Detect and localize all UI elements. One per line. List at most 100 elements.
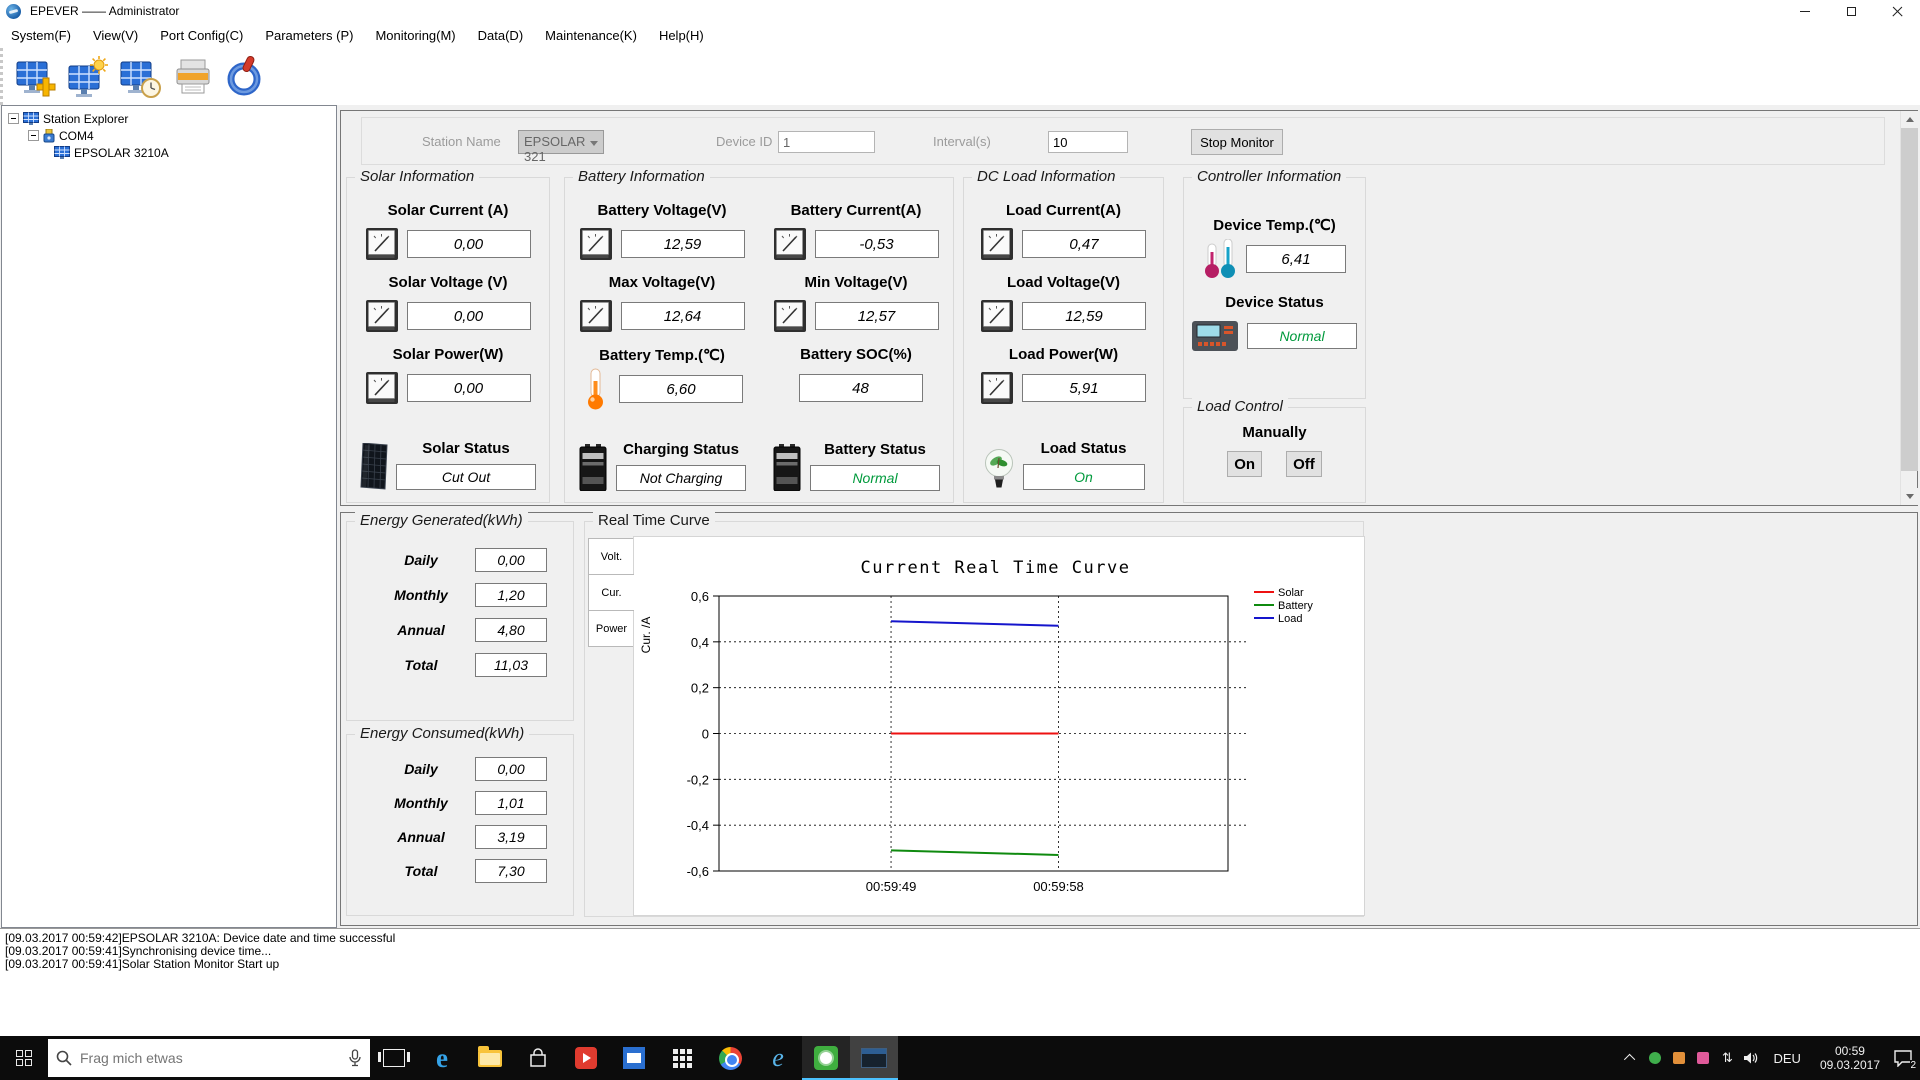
controller-information-title: Controller Information xyxy=(1192,168,1347,185)
device-temp-field: Device Temp.(℃) 6,41 xyxy=(1203,216,1346,279)
taskbar-app-com-monitor[interactable] xyxy=(850,1036,898,1080)
annual-label: Annual xyxy=(397,829,445,845)
device-id-label: Device ID xyxy=(716,134,773,149)
gauge-icon xyxy=(579,300,612,332)
taskbar-app-chrome[interactable] xyxy=(706,1036,754,1080)
svg-text:Load: Load xyxy=(1278,613,1302,625)
solar-monitor-app-icon xyxy=(814,1046,838,1070)
print-button[interactable] xyxy=(169,52,217,102)
bulb-icon xyxy=(984,448,1013,489)
dual-thermometer-icon xyxy=(1204,239,1236,279)
max-voltage-field: Max Voltage(V) 12,64 xyxy=(565,274,759,333)
power-button[interactable] xyxy=(221,52,269,102)
energy-consumed-daily-row: Daily 0,00 xyxy=(347,757,573,781)
language-indicator[interactable]: DEU xyxy=(1764,1051,1809,1066)
log-line: [09.03.2017 00:59:42]EPSOLAR 3210A: Devi… xyxy=(5,931,396,945)
gauge-icon xyxy=(365,300,398,332)
max-voltage-label: Max Voltage(V) xyxy=(608,274,716,291)
add-station-button[interactable] xyxy=(13,52,61,102)
energy-generated-annual-row: Annual 4,80 xyxy=(347,618,573,642)
minimize-button[interactable] xyxy=(1782,0,1828,22)
load-status-row: Load Status On xyxy=(983,440,1145,490)
toolbar xyxy=(0,48,1920,105)
solar-current-field: Solar Current (A) 0,00 xyxy=(365,202,531,261)
station-config-button[interactable] xyxy=(65,52,113,102)
interval-input[interactable] xyxy=(1048,131,1128,153)
time-text: 00:59 xyxy=(1834,1044,1865,1058)
load-off-button[interactable]: Off xyxy=(1286,451,1322,477)
tree-node-com4[interactable]: COM4 xyxy=(2,127,336,144)
menu-help[interactable]: Help(H) xyxy=(648,24,715,47)
orange-tray-icon[interactable] xyxy=(1668,1043,1690,1073)
monitor-scrollbar[interactable] xyxy=(1900,111,1918,505)
battery-status-value: Normal xyxy=(810,465,940,491)
com-monitor-app-icon xyxy=(861,1048,887,1068)
svg-text:0: 0 xyxy=(702,727,709,742)
store-icon xyxy=(530,1048,546,1067)
pink-tray-icon[interactable] xyxy=(1692,1043,1714,1073)
volume-tray-icon[interactable] xyxy=(1740,1043,1762,1073)
chevron-up-icon[interactable] xyxy=(1620,1043,1642,1073)
taskbar: ⇅ DEU 00:59 09.03.2017 2 xyxy=(0,1036,1920,1080)
device-id-input[interactable] xyxy=(778,131,875,153)
load-status-label: Load Status xyxy=(1040,440,1127,457)
menu-bar: System(F) View(V) Port Config(C) Paramet… xyxy=(0,22,1920,48)
battery-voltage-label: Battery Voltage(V) xyxy=(597,202,727,219)
chevron-down-icon xyxy=(590,141,598,146)
eco-tray-icon[interactable] xyxy=(1644,1043,1666,1073)
stop-monitor-button[interactable]: Stop Monitor xyxy=(1191,129,1283,155)
task-view-button[interactable] xyxy=(370,1036,418,1080)
scrollbar-thumb[interactable] xyxy=(1901,128,1918,471)
search-input[interactable] xyxy=(80,1050,340,1066)
taskbar-app-mail[interactable] xyxy=(610,1036,658,1080)
power-icon xyxy=(227,55,261,95)
load-power-value: 5,91 xyxy=(1022,374,1146,402)
tree-node-station-explorer[interactable]: Station Explorer xyxy=(2,110,336,127)
collapse-icon[interactable] xyxy=(28,130,39,141)
taskbar-app-solar-monitor[interactable] xyxy=(802,1036,850,1080)
device-status-field: Device Status Normal xyxy=(1192,294,1357,353)
taskbar-app-internet-explorer[interactable] xyxy=(754,1036,802,1080)
print-icon xyxy=(176,59,210,93)
menu-view[interactable]: View(V) xyxy=(82,24,149,47)
solar-power-field: Solar Power(W) 0,00 xyxy=(365,346,531,405)
scroll-up-icon[interactable] xyxy=(1901,111,1918,128)
solar-current-value: 0,00 xyxy=(406,230,531,258)
tab-volt[interactable]: Volt. xyxy=(588,538,634,575)
tree-node-epsolar-3210a[interactable]: EPSOLAR 3210A xyxy=(2,144,336,161)
load-on-button[interactable]: On xyxy=(1227,451,1263,477)
load-control-panel: Load Control Manually On Off xyxy=(1183,398,1366,503)
scroll-down-icon[interactable] xyxy=(1901,488,1918,505)
maximize-button[interactable] xyxy=(1828,0,1874,22)
updown-tray-icon[interactable]: ⇅ xyxy=(1716,1043,1738,1073)
microphone-icon[interactable] xyxy=(348,1049,362,1067)
start-button[interactable] xyxy=(0,1036,48,1080)
tab-cur[interactable]: Cur. xyxy=(588,574,634,611)
gauge-icon xyxy=(773,228,806,260)
taskbar-app-grid[interactable] xyxy=(658,1036,706,1080)
station-form: Station Name EPSOLAR 321 Device ID Inter… xyxy=(361,117,1885,165)
action-center-icon[interactable]: 2 xyxy=(1890,1043,1916,1073)
menu-monitoring[interactable]: Monitoring(M) xyxy=(364,24,466,47)
dc-load-information-title: DC Load Information xyxy=(972,168,1121,185)
menu-system[interactable]: System(F) xyxy=(0,24,82,47)
tab-power[interactable]: Power xyxy=(588,610,634,647)
svg-text:-0,6: -0,6 xyxy=(687,864,709,879)
menu-data[interactable]: Data(D) xyxy=(467,24,535,47)
log-line: [09.03.2017 00:59:41]Solar Station Monit… xyxy=(5,957,280,971)
taskbar-app-file-explorer[interactable] xyxy=(466,1036,514,1080)
station-explorer-tree: Station Explorer COM4 EPSOLAR 3210A xyxy=(1,105,337,928)
close-button[interactable] xyxy=(1874,0,1920,22)
taskbar-app-media[interactable] xyxy=(562,1036,610,1080)
collapse-icon[interactable] xyxy=(8,113,19,124)
menu-parameters[interactable]: Parameters (P) xyxy=(254,24,364,47)
tree-label-station-explorer: Station Explorer xyxy=(43,111,129,126)
menu-maintenance[interactable]: Maintenance(K) xyxy=(534,24,648,47)
menu-port-config[interactable]: Port Config(C) xyxy=(149,24,254,47)
taskbar-app-edge[interactable] xyxy=(418,1036,466,1080)
taskbar-search[interactable] xyxy=(48,1039,370,1077)
taskbar-clock[interactable]: 00:59 09.03.2017 xyxy=(1812,1044,1888,1072)
taskbar-app-store[interactable] xyxy=(514,1036,562,1080)
station-name-select[interactable]: EPSOLAR 321 xyxy=(518,130,604,164)
station-time-button[interactable] xyxy=(117,52,165,102)
